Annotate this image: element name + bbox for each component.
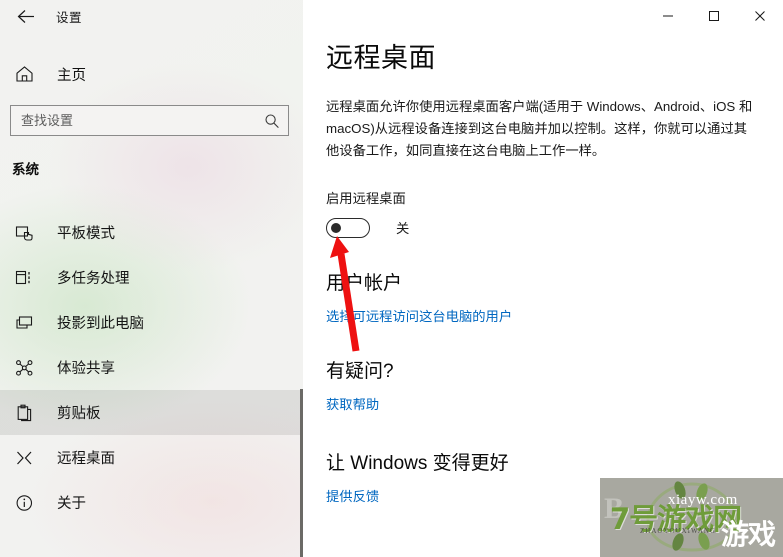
sidebar-item-remote-desktop[interactable]: 远程桌面 xyxy=(0,435,303,480)
search-input[interactable] xyxy=(11,106,288,135)
section-heading: 有疑问? xyxy=(326,360,394,382)
give-feedback-link[interactable]: 提供反馈 xyxy=(326,486,379,505)
back-button[interactable] xyxy=(11,2,41,30)
sidebar-item-projecting[interactable]: 投影到此电脑 xyxy=(0,300,303,345)
sidebar-titlebar: 设置 xyxy=(0,0,303,32)
page-title: 远程桌面 xyxy=(326,43,436,73)
search-box[interactable] xyxy=(10,105,289,136)
watermark-subtitle: ZHAOYOUXIWANG xyxy=(640,527,716,535)
minimize-button[interactable] xyxy=(645,0,691,32)
page-description: 远程桌面允许你使用远程桌面客户端(适用于 Windows、Android、iOS… xyxy=(326,98,753,158)
maximize-button[interactable] xyxy=(691,0,737,32)
settings-window: 设置 主页 系统 xyxy=(0,0,783,557)
sidebar-item-shared-experiences[interactable]: 体验共享 xyxy=(0,345,303,390)
sidebar-item-multitasking[interactable]: 多任务处理 xyxy=(0,255,303,300)
sidebar-item-label: 体验共享 xyxy=(57,361,115,377)
app-title: 设置 xyxy=(56,10,83,25)
tablet-mode-icon xyxy=(9,224,39,242)
section-heading: 用户帐户 xyxy=(326,272,403,294)
sidebar-nav-list: 平板模式 多任务处理 投影到此电脑 体验共享 剪贴板 远程桌面 关于 xyxy=(0,210,303,525)
main-content: 远程桌面 远程桌面允许你使用远程桌面客户端(适用于 Windows、Androi… xyxy=(303,0,783,557)
section-user-accounts: 用户帐户 选择可远程访问这台电脑的用户 xyxy=(326,268,783,326)
sidebar-item-label: 平板模式 xyxy=(57,226,115,242)
sidebar-item-about[interactable]: 关于 xyxy=(0,480,303,525)
maximize-icon xyxy=(708,10,720,22)
select-users-link[interactable]: 选择可远程访问这台电脑的用户 xyxy=(326,306,512,325)
enable-remote-desktop-label: 启用远程桌面 xyxy=(326,190,406,206)
sidebar-item-label: 远程桌面 xyxy=(57,451,115,467)
sidebar-item-tablet-mode[interactable]: 平板模式 xyxy=(0,210,303,255)
watermark-big-text: 游戏 xyxy=(720,518,776,551)
window-controls xyxy=(645,0,783,32)
shared-experiences-icon xyxy=(9,359,39,377)
minimize-icon xyxy=(662,10,674,22)
get-help-link[interactable]: 获取帮助 xyxy=(326,394,379,413)
projecting-icon xyxy=(9,314,39,332)
section-questions: 有疑问? 获取帮助 xyxy=(326,356,783,414)
enable-remote-desktop-row: 关 xyxy=(326,217,783,238)
section-heading: 让 Windows 变得更好 xyxy=(326,452,509,474)
sidebar-item-clipboard[interactable]: 剪贴板 xyxy=(0,390,303,435)
remote-desktop-toggle[interactable] xyxy=(326,217,370,238)
sidebar-group-title: 系统 xyxy=(12,162,39,177)
close-button[interactable] xyxy=(737,0,783,32)
clipboard-icon xyxy=(9,404,39,422)
sidebar-item-home[interactable]: 主页 xyxy=(0,54,303,94)
sidebar-item-label: 关于 xyxy=(57,496,86,512)
close-icon xyxy=(754,10,766,22)
sidebar-item-label: 多任务处理 xyxy=(57,271,130,287)
sidebar-item-label: 剪贴板 xyxy=(57,406,101,422)
multitasking-icon xyxy=(9,269,39,287)
content-area: 远程桌面 远程桌面允许你使用远程桌面客户端(适用于 Windows、Androi… xyxy=(303,0,783,506)
watermark: B xiayw.com 7号游戏网 ZHAOYOUXIWANG 游戏 xyxy=(600,478,783,557)
sidebar-item-label: 投影到此电脑 xyxy=(57,316,144,332)
info-icon xyxy=(9,494,39,512)
home-icon xyxy=(9,65,39,83)
sidebar: 设置 主页 系统 xyxy=(0,0,303,557)
sidebar-home-label: 主页 xyxy=(57,67,86,84)
remote-desktop-icon xyxy=(9,449,39,467)
toggle-knob xyxy=(331,222,341,233)
toggle-state-label: 关 xyxy=(396,221,410,237)
back-arrow-icon xyxy=(17,9,36,24)
